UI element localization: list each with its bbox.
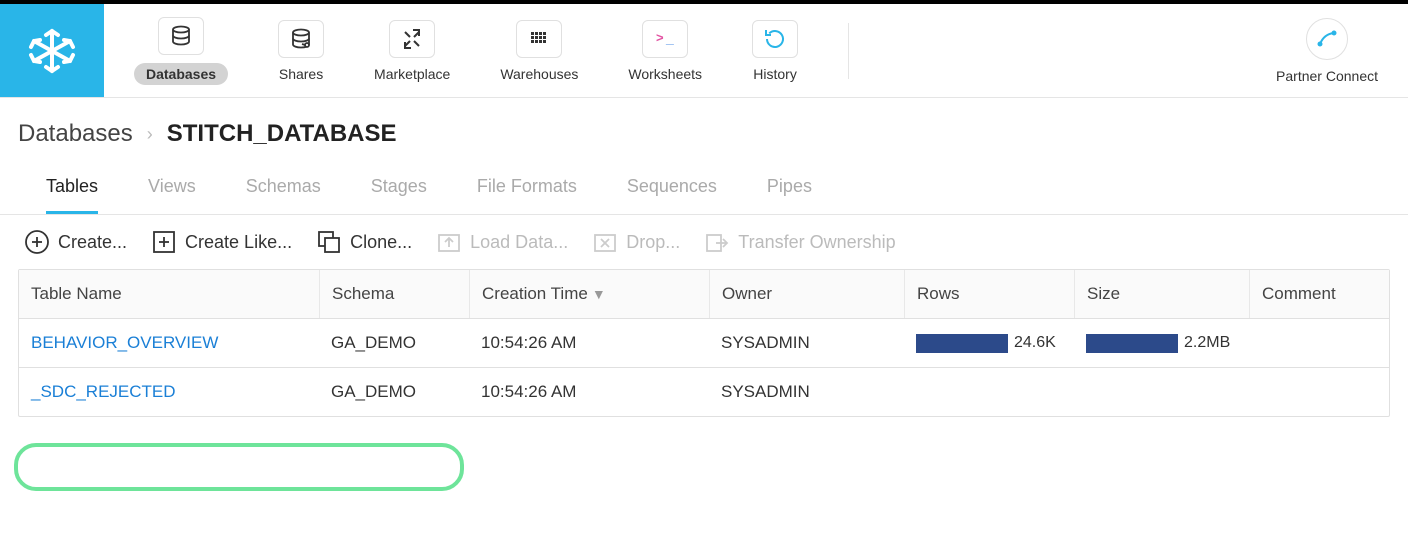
tab-stages[interactable]: Stages bbox=[371, 176, 427, 214]
delete-icon bbox=[592, 229, 618, 255]
col-header-comment[interactable]: Comment bbox=[1249, 270, 1389, 318]
nav-label: History bbox=[753, 66, 797, 82]
table-toolbar: Create... Create Like... Clone... Load D… bbox=[0, 215, 1408, 269]
tab-sequences[interactable]: Sequences bbox=[627, 176, 717, 214]
svg-text:_: _ bbox=[665, 30, 674, 46]
svg-text:>: > bbox=[656, 30, 664, 45]
tables-grid: Table Name Schema Creation Time ▼ Owner … bbox=[18, 269, 1390, 417]
table-row[interactable]: BEHAVIOR_OVERVIEW GA_DEMO 10:54:26 AM SY… bbox=[19, 319, 1389, 368]
top-navbar: Databases Shares Marketplace Warehouses bbox=[0, 0, 1408, 98]
history-icon bbox=[752, 20, 798, 58]
copy-icon bbox=[316, 229, 342, 255]
button-label: Drop... bbox=[626, 232, 680, 253]
partner-connect[interactable]: Partner Connect bbox=[1276, 18, 1378, 84]
rows-value: 24.6K bbox=[1014, 334, 1056, 352]
nav-divider bbox=[848, 23, 849, 79]
breadcrumb: Databases › STITCH_DATABASE bbox=[0, 98, 1408, 148]
partner-connect-icon bbox=[1306, 18, 1348, 60]
nav-warehouses[interactable]: Warehouses bbox=[500, 20, 578, 82]
col-header-creation[interactable]: Creation Time ▼ bbox=[469, 270, 709, 318]
cell-schema: GA_DEMO bbox=[319, 368, 469, 416]
transfer-icon bbox=[704, 229, 730, 255]
cell-creation: 10:54:26 AM bbox=[469, 319, 709, 367]
plus-square-icon bbox=[151, 229, 177, 255]
create-like-button[interactable]: Create Like... bbox=[151, 229, 292, 255]
table-name-link[interactable]: BEHAVIOR_OVERVIEW bbox=[31, 333, 218, 353]
cell-size bbox=[1074, 368, 1249, 416]
cell-owner: SYSADMIN bbox=[709, 368, 904, 416]
cell-creation: 10:54:26 AM bbox=[469, 368, 709, 416]
plus-circle-icon bbox=[24, 229, 50, 255]
clone-button[interactable]: Clone... bbox=[316, 229, 412, 255]
sort-desc-icon: ▼ bbox=[592, 286, 606, 302]
shares-icon bbox=[278, 20, 324, 58]
rows-bar bbox=[916, 334, 1008, 353]
partner-connect-label: Partner Connect bbox=[1276, 68, 1378, 84]
table-name-link[interactable]: _SDC_REJECTED bbox=[31, 382, 176, 402]
table-header-row: Table Name Schema Creation Time ▼ Owner … bbox=[19, 270, 1389, 319]
button-label: Clone... bbox=[350, 232, 412, 253]
nav-label: Shares bbox=[279, 66, 323, 82]
nav-marketplace[interactable]: Marketplace bbox=[374, 20, 450, 82]
breadcrumb-root[interactable]: Databases bbox=[18, 120, 133, 148]
button-label: Load Data... bbox=[470, 232, 568, 253]
drop-button[interactable]: Drop... bbox=[592, 229, 680, 255]
cell-size: 2.2MB bbox=[1074, 319, 1249, 367]
table-row[interactable]: _SDC_REJECTED GA_DEMO 10:54:26 AM SYSADM… bbox=[19, 368, 1389, 416]
marketplace-icon bbox=[389, 20, 435, 58]
col-header-size[interactable]: Size bbox=[1074, 270, 1249, 318]
upload-icon bbox=[436, 229, 462, 255]
size-value: 2.2MB bbox=[1184, 334, 1230, 352]
snowflake-logo[interactable] bbox=[0, 4, 104, 97]
button-label: Create Like... bbox=[185, 232, 292, 253]
col-header-name[interactable]: Table Name bbox=[19, 270, 319, 318]
nav-label: Marketplace bbox=[374, 66, 450, 82]
cell-comment bbox=[1249, 368, 1389, 416]
col-header-schema[interactable]: Schema bbox=[319, 270, 469, 318]
databases-icon bbox=[158, 17, 204, 55]
cell-schema: GA_DEMO bbox=[319, 319, 469, 367]
snowflake-icon bbox=[26, 25, 78, 77]
tab-file-formats[interactable]: File Formats bbox=[477, 176, 577, 214]
button-label: Create... bbox=[58, 232, 127, 253]
nav-worksheets[interactable]: >_ Worksheets bbox=[628, 20, 702, 82]
nav-history[interactable]: History bbox=[752, 20, 798, 82]
cell-owner: SYSADMIN bbox=[709, 319, 904, 367]
size-bar bbox=[1086, 334, 1178, 353]
load-data-button[interactable]: Load Data... bbox=[436, 229, 568, 255]
col-header-label: Creation Time bbox=[482, 284, 588, 304]
nav-label: Warehouses bbox=[500, 66, 578, 82]
nav-databases[interactable]: Databases bbox=[134, 17, 228, 85]
breadcrumb-separator-icon: › bbox=[147, 124, 153, 145]
cell-rows bbox=[904, 368, 1074, 416]
col-header-rows[interactable]: Rows bbox=[904, 270, 1074, 318]
nav-items: Databases Shares Marketplace Warehouses bbox=[104, 4, 1408, 97]
tab-views[interactable]: Views bbox=[148, 176, 196, 214]
tab-schemas[interactable]: Schemas bbox=[246, 176, 321, 214]
worksheets-icon: >_ bbox=[642, 20, 688, 58]
cell-comment bbox=[1249, 319, 1389, 367]
nav-shares[interactable]: Shares bbox=[278, 20, 324, 82]
create-button[interactable]: Create... bbox=[24, 229, 127, 255]
button-label: Transfer Ownership bbox=[738, 232, 895, 253]
nav-label: Databases bbox=[134, 63, 228, 85]
tab-pipes[interactable]: Pipes bbox=[767, 176, 812, 214]
warehouses-icon bbox=[516, 20, 562, 58]
transfer-ownership-button[interactable]: Transfer Ownership bbox=[704, 229, 895, 255]
col-header-owner[interactable]: Owner bbox=[709, 270, 904, 318]
tab-tables[interactable]: Tables bbox=[46, 176, 98, 214]
breadcrumb-current: STITCH_DATABASE bbox=[167, 120, 397, 148]
cell-rows: 24.6K bbox=[904, 319, 1074, 367]
nav-label: Worksheets bbox=[628, 66, 702, 82]
user-annotation-highlight bbox=[14, 443, 464, 491]
section-tabs: Tables Views Schemas Stages File Formats… bbox=[0, 148, 1408, 215]
